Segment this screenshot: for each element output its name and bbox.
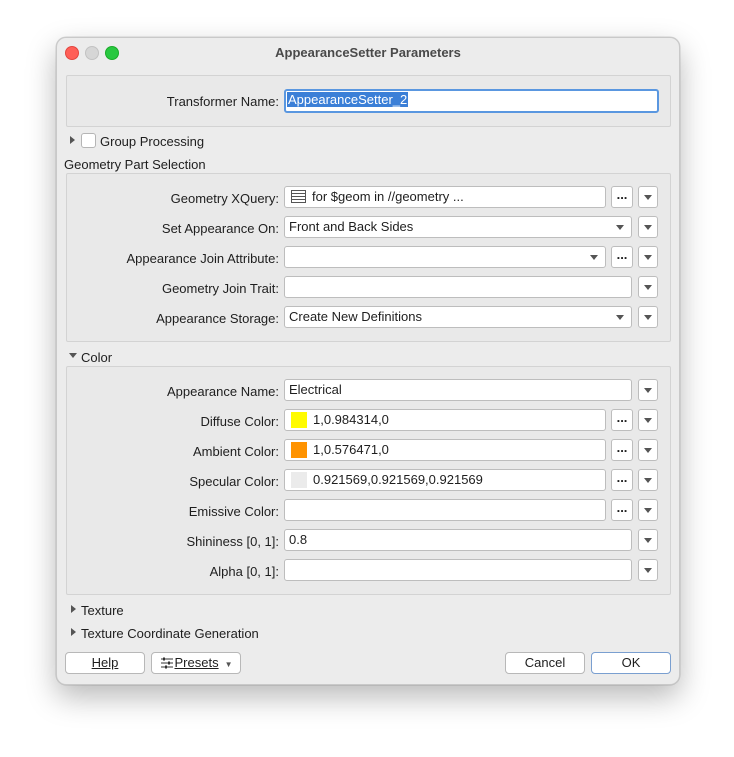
- xquery-label: Geometry XQuery:: [170, 191, 279, 206]
- text-editor-icon: [291, 190, 306, 204]
- shininess-label: Shininess [0, 1]:: [186, 534, 280, 549]
- shininess-value: 0.8: [289, 532, 308, 547]
- color-section-title[interactable]: Color: [81, 350, 112, 365]
- presets-button-label: Presets: [174, 655, 219, 670]
- join-trait-menu-button[interactable]: [638, 276, 658, 298]
- group-processing-expand-icon[interactable]: [70, 136, 75, 144]
- storage-label: Appearance Storage:: [156, 311, 279, 326]
- join-trait-label: Geometry Join Trait:: [161, 281, 279, 296]
- appearance-name-label: Appearance Name:: [166, 384, 279, 399]
- diffuse-color-label: Diffuse Color:: [200, 414, 279, 429]
- texture-coord-expand-icon[interactable]: [71, 628, 76, 636]
- transformer-name-input[interactable]: AppearanceSetter_2: [284, 89, 659, 113]
- alpha-input[interactable]: [284, 559, 632, 581]
- specular-color-swatch[interactable]: [291, 471, 307, 488]
- shininess-menu-button[interactable]: [638, 529, 658, 551]
- join-attribute-ellipsis-button[interactable]: ...: [611, 246, 633, 268]
- set-appearance-label: Set Appearance On:: [161, 221, 279, 236]
- storage-menu-button[interactable]: [638, 306, 658, 328]
- storage-select[interactable]: Create New Definitions: [284, 306, 632, 328]
- emissive-color-menu-button[interactable]: [638, 499, 658, 521]
- diffuse-color-value: 1,0.984314,0: [313, 412, 389, 427]
- appearance-name-menu-button[interactable]: [638, 379, 658, 401]
- ambient-color-menu-button[interactable]: [638, 439, 658, 461]
- diffuse-color-swatch[interactable]: [291, 411, 307, 428]
- cancel-button[interactable]: Cancel: [505, 652, 585, 674]
- alpha-menu-button[interactable]: [638, 559, 658, 581]
- xquery-menu-button[interactable]: [638, 186, 658, 208]
- title-bar: AppearanceSetter Parameters: [57, 38, 679, 66]
- texture-section-title[interactable]: Texture: [81, 603, 124, 618]
- texture-coord-section-title[interactable]: Texture Coordinate Generation: [81, 626, 259, 641]
- emissive-color-ellipsis-button[interactable]: ...: [611, 499, 633, 521]
- ambient-color-field[interactable]: 1,0.576471,0: [284, 439, 606, 461]
- geometry-section-title: Geometry Part Selection: [64, 157, 206, 172]
- help-button-label: Help: [91, 655, 119, 670]
- ambient-color-label: Ambient Color:: [193, 444, 279, 459]
- xquery-ellipsis-button[interactable]: ...: [611, 186, 633, 208]
- appearance-name-input[interactable]: Electrical: [284, 379, 632, 401]
- specular-color-menu-button[interactable]: [638, 469, 658, 491]
- appearance-name-value: Electrical: [289, 382, 342, 397]
- help-button[interactable]: Help: [65, 652, 145, 674]
- set-appearance-value: Front and Back Sides: [289, 219, 414, 234]
- ok-button[interactable]: OK: [591, 652, 671, 674]
- chevron-down-icon: [616, 315, 624, 320]
- sliders-icon: [160, 657, 173, 669]
- join-attribute-label: Appearance Join Attribute:: [126, 251, 280, 266]
- presets-button[interactable]: Presets ▼: [151, 652, 241, 674]
- transformer-name-value: AppearanceSetter_2: [287, 92, 409, 107]
- shininess-input[interactable]: 0.8: [284, 529, 632, 551]
- group-processing-label: Group Processing: [100, 134, 205, 149]
- transformer-name-label: Transformer Name:: [166, 94, 279, 109]
- ambient-color-value: 1,0.576471,0: [313, 442, 389, 457]
- storage-value: Create New Definitions: [289, 309, 422, 324]
- color-collapse-icon[interactable]: [69, 353, 77, 358]
- join-attribute-menu-button[interactable]: [638, 246, 658, 268]
- diffuse-color-menu-button[interactable]: [638, 409, 658, 431]
- xquery-value: for $geom in //geometry ...: [312, 189, 464, 204]
- group-processing-checkbox[interactable]: [81, 133, 96, 148]
- specular-color-field[interactable]: 0.921569,0.921569,0.921569: [284, 469, 606, 491]
- xquery-field[interactable]: for $geom in //geometry ...: [284, 186, 606, 208]
- set-appearance-menu-button[interactable]: [638, 216, 658, 238]
- specular-color-label: Specular Color:: [189, 474, 279, 489]
- ambient-color-swatch[interactable]: [291, 441, 307, 458]
- chevron-down-icon: [590, 255, 598, 260]
- alpha-label: Alpha [0, 1]:: [209, 564, 279, 579]
- set-appearance-select[interactable]: Front and Back Sides: [284, 216, 632, 238]
- presets-dropdown-icon: ▼: [224, 660, 233, 669]
- window-title: AppearanceSetter Parameters: [275, 45, 461, 60]
- texture-expand-icon[interactable]: [71, 605, 76, 613]
- specular-color-value: 0.921569,0.921569,0.921569: [313, 472, 483, 487]
- ambient-color-ellipsis-button[interactable]: ...: [611, 439, 633, 461]
- chevron-down-icon: [616, 225, 624, 230]
- emissive-color-label: Emissive Color:: [188, 504, 279, 519]
- join-trait-input[interactable]: [284, 276, 632, 298]
- parameters-dialog: AppearanceSetter Parameters Transformer …: [56, 37, 680, 685]
- diffuse-color-field[interactable]: 1,0.984314,0: [284, 409, 606, 431]
- diffuse-color-ellipsis-button[interactable]: ...: [611, 409, 633, 431]
- specular-color-ellipsis-button[interactable]: ...: [611, 469, 633, 491]
- join-attribute-select[interactable]: [284, 246, 606, 268]
- emissive-color-field[interactable]: [284, 499, 606, 521]
